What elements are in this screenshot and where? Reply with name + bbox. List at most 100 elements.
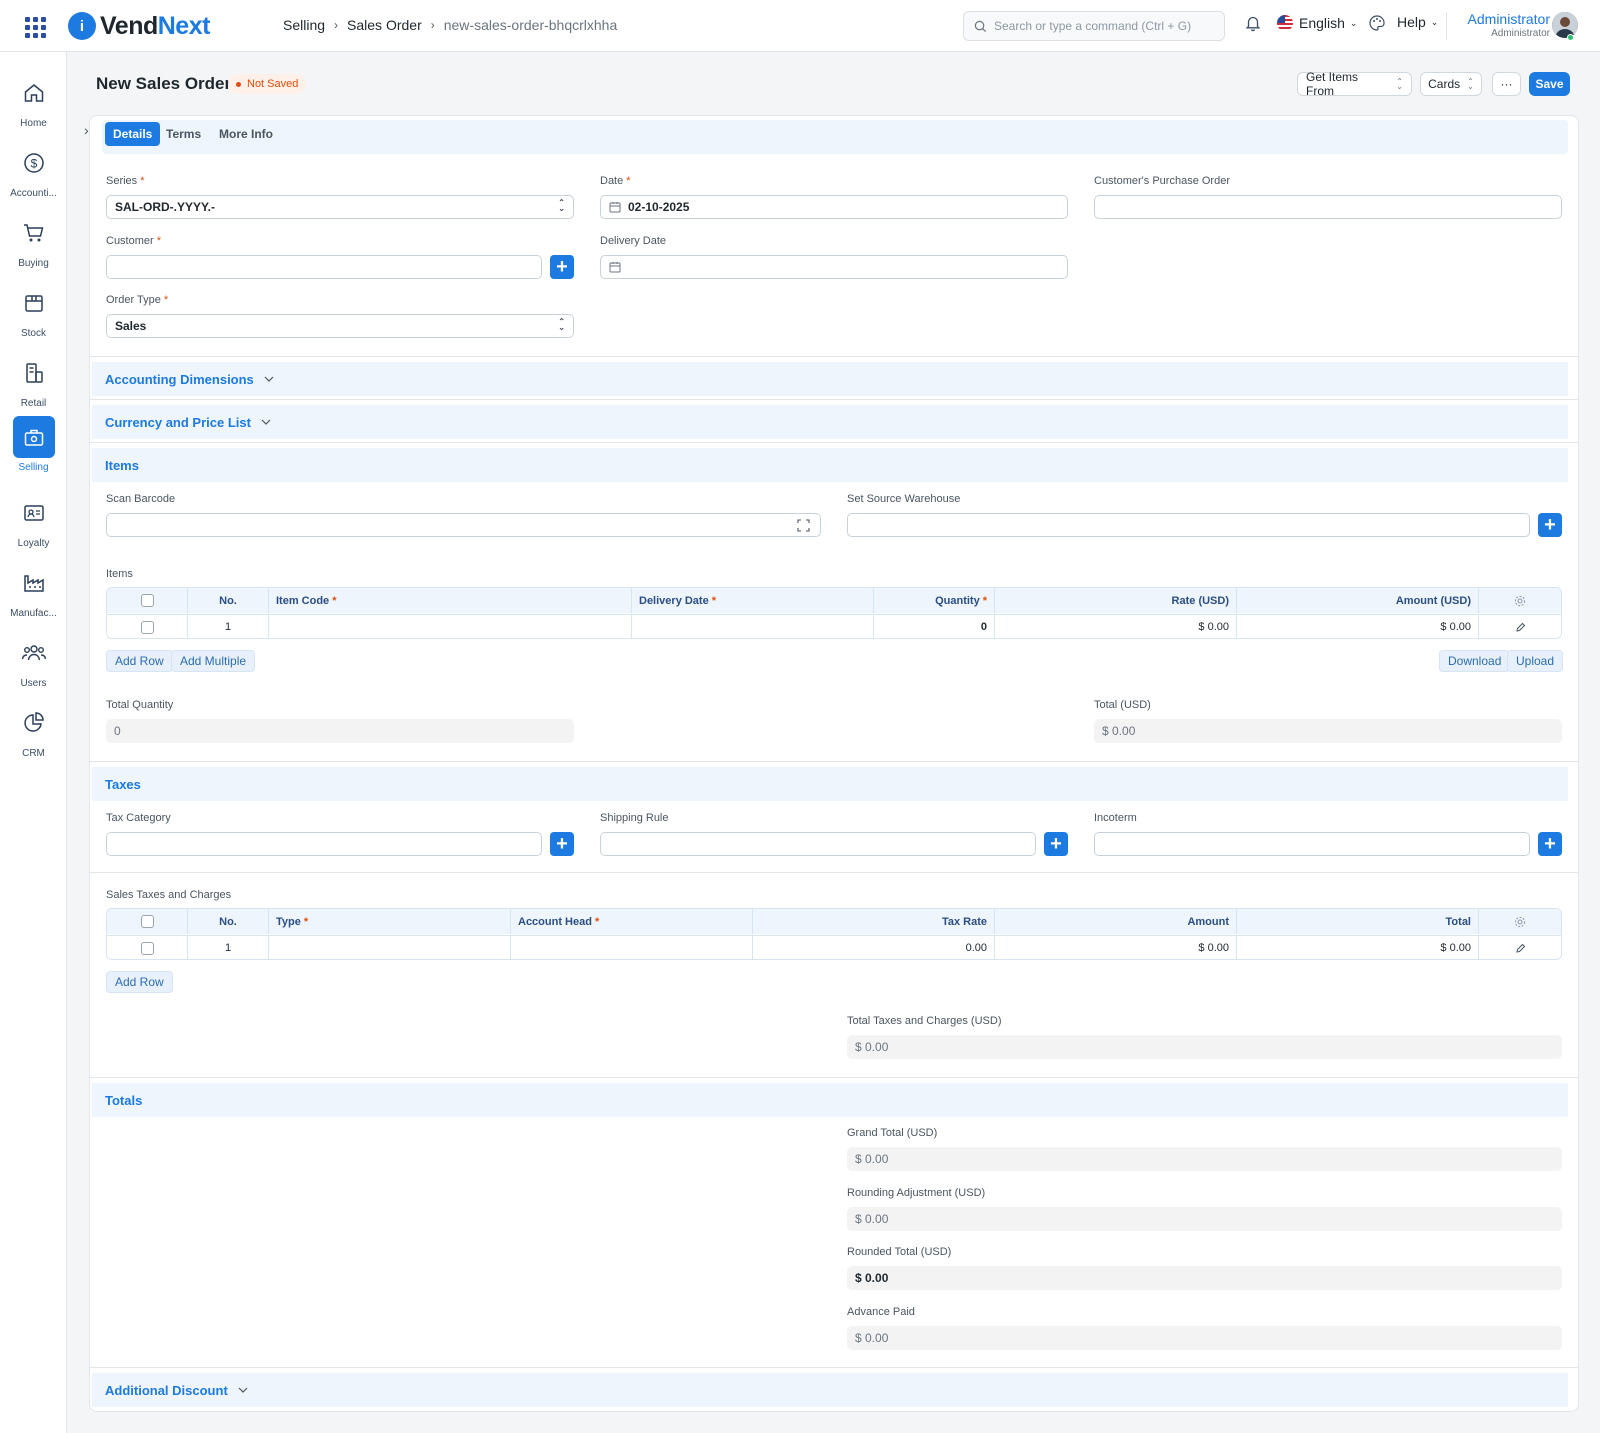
breadcrumb-selling[interactable]: Selling [283,17,325,33]
app-logo[interactable]: i VendNext [68,10,210,42]
user-avatar-icon [1552,12,1578,38]
tab-more-info[interactable]: More Info [211,122,281,146]
plus-icon: + [556,833,568,855]
divider [1446,12,1447,40]
row-edit-button[interactable] [1479,615,1561,638]
more-actions-button[interactable]: ··· [1492,72,1521,96]
get-items-from-button[interactable]: Get Items From ⌃ ⌄ [1297,70,1412,98]
select-all-checkbox[interactable] [107,909,188,934]
row-checkbox[interactable] [107,615,188,638]
section-currency-price-list[interactable]: Currency and Price List [92,405,1568,439]
search-bar[interactable] [963,11,1225,41]
chevron-right-icon[interactable]: › [84,122,89,138]
section-totals: Totals [92,1083,1568,1117]
row-type[interactable] [269,936,511,959]
add-tax-category-button[interactable]: + [550,832,574,856]
sidebar-item-accounting[interactable]: $ Accounti... [0,142,67,199]
items-table-label: Items [106,568,133,580]
sidebar-item-manufacturing[interactable]: Manufac... [0,562,67,619]
table-row[interactable]: 1 0.00 $ 0.00 $ 0.00 [107,935,1561,959]
dollar-icon: $ [13,142,55,184]
row-checkbox[interactable] [107,936,188,959]
add-customer-button[interactable]: + [550,255,574,279]
page-title: New Sales Order [96,74,232,93]
upload-button[interactable]: Upload [1507,650,1564,672]
sidebar-item-buying[interactable]: Buying [0,212,67,269]
sidebar-item-home[interactable]: Home [0,72,67,129]
download-button[interactable]: Download [1439,650,1511,672]
breadcrumb-sales-order[interactable]: Sales Order [347,17,422,33]
section-accounting-dimensions[interactable]: Accounting Dimensions [92,362,1568,396]
search-input[interactable] [994,19,1214,33]
row-rate[interactable]: $ 0.00 [995,615,1237,638]
notifications-button[interactable] [1244,14,1262,32]
date-field[interactable]: 02-10-2025 [600,195,1068,219]
order-type-label: Order Type * [106,294,169,306]
rounding-adjustment-label: Rounding Adjustment (USD) [847,1187,986,1199]
column-tax-rate: Tax Rate [753,909,995,934]
save-button[interactable]: Save [1529,72,1570,96]
row-edit-button[interactable] [1479,936,1561,959]
scan-icon[interactable] [797,519,810,532]
scan-barcode-label: Scan Barcode [106,493,176,505]
tab-details[interactable]: Details [105,122,161,146]
row-tax-rate[interactable]: 0.00 [753,936,995,959]
help-dropdown[interactable]: Help ⌄ [1397,14,1438,30]
divider [90,761,1578,762]
incoterm-label: Incoterm [1094,812,1137,824]
rounding-adjustment-value: $ 0.00 [847,1207,1562,1231]
date-label: Date * [600,175,631,187]
delivery-date-field[interactable] [600,255,1068,279]
sidebar-item-stock[interactable]: Stock [0,282,67,339]
table-row[interactable]: 1 0 $ 0.00 $ 0.00 [107,614,1561,638]
add-tax-row-button[interactable]: Add Row [106,971,173,993]
row-quantity[interactable]: 0 [874,615,995,638]
advance-paid-value: $ 0.00 [847,1326,1562,1350]
row-account-head[interactable] [511,936,753,959]
tab-terms[interactable]: Terms [158,122,209,146]
chevron-right-icon: › [430,18,435,32]
plus-icon: + [1544,833,1556,855]
ellipsis-icon: ··· [1500,77,1513,91]
series-select[interactable]: SAL-ORD-.YYYY.- ⌃ ⌄ [106,195,574,219]
sidebar-item-retail[interactable]: Retail [0,352,67,409]
source-warehouse-input[interactable] [847,513,1530,537]
order-type-select[interactable]: Sales ⌃ ⌄ [106,314,574,338]
customer-label: Customer * [106,235,161,247]
sales-taxes-table: No. Type * Account Head * Tax Rate Amount … [106,908,1562,960]
add-multiple-button[interactable]: Add Multiple [171,650,256,672]
sidebar-item-label: Accounti... [10,188,57,199]
language-switcher[interactable]: English ⌄ [1276,14,1357,32]
sidebar-item-crm[interactable]: CRM [0,702,67,759]
customer-po-input[interactable] [1094,195,1562,219]
section-additional-discount[interactable]: Additional Discount [92,1373,1568,1407]
row-delivery-date[interactable] [632,615,874,638]
column-settings[interactable] [1479,909,1561,934]
tax-category-input[interactable] [106,832,542,856]
app-grid-icon[interactable] [22,14,46,38]
scan-barcode-input[interactable] [106,513,821,537]
gear-icon [1514,595,1526,606]
add-row-button[interactable]: Add Row [106,650,173,672]
incoterm-input[interactable] [1094,832,1530,856]
avatar[interactable] [1552,12,1578,38]
sidebar-item-selling[interactable]: Selling [0,416,67,473]
cards-button[interactable]: Cards ⌃ ⌄ [1420,72,1482,96]
add-incoterm-button[interactable]: + [1538,832,1562,856]
shipping-rule-input[interactable] [600,832,1036,856]
sidebar-item-loyalty[interactable]: Loyalty [0,492,67,549]
add-warehouse-button[interactable]: + [1538,513,1562,537]
items-table: No. Item Code * Delivery Date * Quantity * … [106,587,1562,639]
add-shipping-rule-button[interactable]: + [1044,832,1068,856]
sidebar-item-users[interactable]: Users [0,632,67,689]
grand-total-label: Grand Total (USD) [847,1127,938,1139]
select-all-checkbox[interactable] [107,588,188,613]
user-menu[interactable]: Administrator Administrator [1458,11,1550,39]
row-item-code[interactable] [269,615,632,638]
total-usd-label: Total (USD) [1094,699,1151,711]
table-header: No. Type * Account Head * Tax Rate Amount … [107,909,1561,934]
sidebar-item-label: Stock [20,328,46,339]
customer-input[interactable] [106,255,542,279]
theme-button[interactable] [1368,14,1386,32]
column-settings[interactable] [1479,588,1561,613]
